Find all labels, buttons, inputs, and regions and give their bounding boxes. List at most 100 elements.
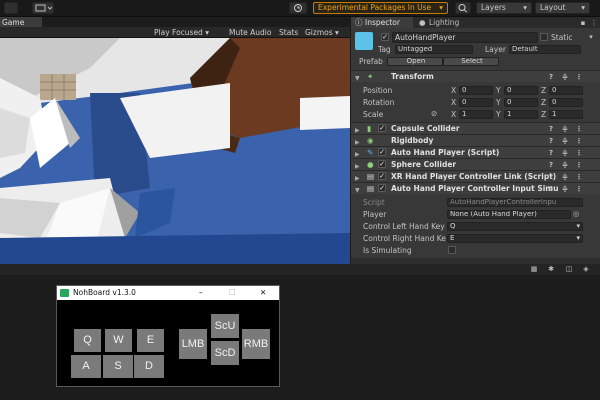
right-hand-key-dropdown[interactable]: E ▾ — [447, 234, 583, 243]
layout-dropdown[interactable]: Layout ▾ — [535, 2, 590, 14]
component-header[interactable]: ▶ ▤ ✓ XR Hand Player Controller Link (Sc… — [351, 170, 600, 182]
cloud-icon[interactable] — [32, 2, 54, 14]
layer-dropdown[interactable]: Default — [509, 45, 581, 54]
key-e-label: E — [146, 334, 155, 346]
component-header[interactable]: ▶ ▮ ✓ Capsule Collider ? ≑ ⋮ — [351, 122, 600, 134]
history-icon[interactable] — [289, 2, 307, 14]
game-viewport[interactable] — [0, 38, 350, 264]
minimize-icon[interactable]: – — [199, 286, 203, 300]
script-icon: ✎ — [367, 148, 374, 157]
position-y-input[interactable]: 0 — [504, 86, 538, 95]
preset-icon[interactable]: ≑ — [561, 73, 569, 81]
more-options-icon[interactable]: ⋮ — [575, 137, 583, 145]
stats-toggle[interactable]: Stats — [279, 27, 298, 38]
more-options-icon[interactable]: ⋮ — [575, 173, 583, 181]
more-options-icon[interactable]: ⋮ — [590, 19, 598, 27]
tag-dropdown[interactable]: Untagged — [395, 45, 473, 54]
more-options-icon[interactable]: ⋮ — [575, 73, 583, 81]
layers-dropdown[interactable]: Layers ▾ — [476, 2, 532, 14]
rotation-y-input[interactable]: 0 — [504, 98, 538, 107]
static-label: Static — [551, 33, 573, 42]
scale-z-input[interactable]: 1 — [549, 110, 583, 119]
component-enabled-checkbox[interactable]: ✓ — [378, 184, 386, 192]
key-a: A — [71, 355, 101, 378]
gizmos-dropdown[interactable]: Gizmos ▾ — [305, 27, 339, 38]
left-hand-key-dropdown[interactable]: Q ▾ — [447, 222, 583, 231]
more-options-icon[interactable]: ⋮ — [575, 149, 583, 157]
layers-label: Layers — [481, 3, 506, 12]
lighting-status-icon[interactable]: ◈ — [582, 265, 590, 273]
component-title: Auto Hand Player Controller Input Simu — [391, 184, 559, 193]
is-simulating-checkbox[interactable] — [448, 246, 456, 254]
component-enabled-checkbox[interactable]: ✓ — [378, 160, 386, 168]
maximize-icon[interactable]: ☐ — [229, 286, 236, 300]
component-enabled-checkbox[interactable]: ✓ — [378, 124, 386, 132]
scale-x-input[interactable]: 1 — [459, 110, 493, 119]
experimental-packages-button[interactable]: Experimental Packages In Use ▾ — [313, 2, 448, 14]
key-q-label: Q — [83, 334, 92, 346]
capsule-collider-icon: ▮ — [367, 124, 372, 133]
static-checkbox[interactable] — [540, 33, 548, 41]
tab-lighting[interactable]: ● Lighting — [415, 17, 475, 28]
mute-audio-toggle[interactable]: Mute Audio — [229, 27, 271, 38]
preset-icon[interactable]: ≑ — [561, 137, 569, 145]
preset-icon[interactable]: ≑ — [561, 149, 569, 157]
component-enabled-checkbox[interactable]: ✓ — [378, 148, 386, 156]
help-icon[interactable]: ? — [547, 149, 555, 157]
close-icon[interactable]: ✕ — [260, 286, 266, 300]
prefab-open-button[interactable]: Open — [387, 57, 443, 66]
position-z-input[interactable]: 0 — [549, 86, 583, 95]
object-picker-icon[interactable]: ◎ — [572, 210, 580, 218]
x-axis-label: X — [451, 98, 457, 107]
object-name-value: AutoHandPlayer — [395, 33, 456, 42]
more-options-icon[interactable]: ⋮ — [575, 161, 583, 169]
prefab-select-button[interactable]: Select — [443, 57, 499, 66]
transform-title: Transform — [391, 72, 434, 81]
help-icon[interactable]: ? — [547, 73, 555, 81]
more-options-icon[interactable]: ⋮ — [575, 185, 583, 193]
position-label: Position — [363, 86, 393, 95]
debug-icon[interactable]: ✱ — [547, 265, 555, 273]
help-icon[interactable]: ? — [547, 137, 555, 145]
rotation-label: Rotation — [363, 98, 395, 107]
preset-icon[interactable]: ≑ — [561, 173, 569, 181]
component-header[interactable]: ▶ ✎ ✓ Auto Hand Player (Script) ? ≑ ⋮ — [351, 146, 600, 158]
help-icon[interactable]: ? — [547, 161, 555, 169]
rotation-z-input[interactable]: 0 — [549, 98, 583, 107]
component-enabled-checkbox[interactable]: ✓ — [378, 172, 386, 180]
tab-inspector-label: Inspector — [365, 18, 400, 27]
rotation-x-value: 0 — [462, 98, 467, 106]
z-axis-label: Z — [541, 110, 547, 119]
help-icon[interactable]: ? — [547, 125, 555, 133]
inspector-panel: ⓘ Inspector ● Lighting ▪ ⋮ ✓ AutoHandPla… — [351, 17, 600, 264]
help-icon[interactable]: ? — [547, 185, 555, 193]
player-object-field[interactable]: None (Auto Hand Player) — [447, 210, 571, 219]
chevron-down-icon: ▾ — [523, 3, 527, 12]
preset-icon[interactable]: ≑ — [561, 161, 569, 169]
position-x-input[interactable]: 0 — [459, 86, 493, 95]
link-icon[interactable]: ⊘ — [431, 109, 437, 118]
account-icon[interactable] — [4, 2, 18, 14]
help-icon[interactable]: ? — [547, 173, 555, 181]
progress-icon[interactable]: ▦ — [530, 265, 538, 273]
more-options-icon[interactable]: ⋮ — [575, 125, 583, 133]
search-icon[interactable] — [455, 2, 471, 14]
transform-header[interactable]: ▼ ✦ Transform ? ≑ ⋮ — [351, 70, 600, 82]
play-focused-dropdown[interactable]: Play Focused ▾ — [154, 27, 209, 38]
preset-icon[interactable]: ≑ — [561, 185, 569, 193]
active-checkbox[interactable]: ✓ — [381, 33, 389, 41]
component-header[interactable]: ▼ ▤ ✓ Auto Hand Player Controller Input … — [351, 182, 600, 194]
key-d: D — [134, 355, 164, 378]
rotation-x-input[interactable]: 0 — [459, 98, 493, 107]
chevron-down-icon[interactable]: ▾ — [587, 33, 595, 41]
component-header[interactable]: ▶ ● ✓ Sphere Collider ? ≑ ⋮ — [351, 158, 600, 170]
component-header[interactable]: ▶ ◉ Rigidbody ? ≑ ⋮ — [351, 134, 600, 146]
tab-inspector[interactable]: ⓘ Inspector — [351, 17, 413, 28]
preset-icon[interactable]: ≑ — [561, 125, 569, 133]
cache-server-icon[interactable]: ◫ — [565, 265, 573, 273]
object-name-input[interactable]: AutoHandPlayer — [392, 32, 538, 43]
left-hand-key-label: Control Left Hand Key — [363, 222, 445, 231]
lock-icon[interactable]: ▪ — [579, 19, 587, 27]
scale-y-input[interactable]: 1 — [504, 110, 538, 119]
layer-label: Layer — [485, 45, 506, 54]
